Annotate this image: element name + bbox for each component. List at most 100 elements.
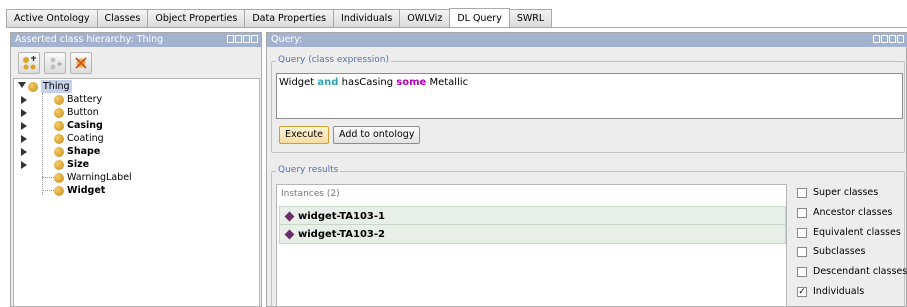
class-tree: Thing Battery Button Casing Coating Shap… (13, 78, 260, 307)
add-to-ontology-button[interactable]: Add to ontology (333, 126, 421, 144)
option-ancestor-classes[interactable]: Ancestor classes (797, 207, 892, 218)
result-row[interactable]: widget-TA103-2 (279, 224, 786, 244)
tree-node-label: Size (67, 159, 90, 170)
class-hierarchy-title-bar: Asserted class hierarchy: Thing (11, 33, 261, 47)
delete-class-button[interactable] (70, 52, 92, 74)
results-header: Instances (2) (281, 189, 340, 199)
tree-node-label: Button (67, 107, 99, 118)
tree-node-label: WarningLabel (67, 172, 132, 183)
tree-node-shape[interactable]: Shape (54, 145, 100, 158)
tree-node-size[interactable]: Size (54, 158, 89, 171)
expand-arrow-icon[interactable] (21, 109, 27, 117)
tab-data-properties[interactable]: Data Properties (244, 9, 335, 28)
option-label: Descendant classes (813, 266, 907, 277)
option-super-classes[interactable]: Super classes (797, 187, 878, 198)
tree-node-label: Coating (67, 133, 104, 144)
view-options-icon[interactable] (873, 35, 880, 43)
tree-node-label: Battery (67, 94, 103, 105)
expand-arrow-icon[interactable] (21, 122, 27, 130)
query-keyword-some: some (396, 77, 427, 88)
result-label: widget-TA103-1 (298, 210, 385, 222)
add-subclass-button[interactable] (18, 52, 40, 74)
add-subclass-icon (23, 56, 36, 70)
close-view-icon[interactable] (251, 35, 258, 43)
tab-swrl[interactable]: SWRL (508, 9, 553, 28)
class-icon (54, 159, 64, 170)
query-term-metallic: Metallic (426, 77, 469, 88)
float-icon[interactable] (889, 35, 896, 43)
tree-node-widget[interactable]: Widget (54, 184, 105, 197)
result-label: widget-TA103-2 (298, 228, 385, 240)
tab-active-ontology[interactable]: Active Ontology (6, 9, 98, 28)
tree-node-warninglabel[interactable]: WarningLabel (54, 171, 132, 184)
collapse-arrow-icon[interactable] (18, 82, 26, 88)
option-equivalent-classes[interactable]: Equivalent classes (797, 227, 901, 238)
query-title: Query: (271, 34, 303, 45)
tree-node-button[interactable]: Button (54, 106, 99, 119)
execute-button[interactable]: Execute (279, 126, 329, 144)
minimize-icon[interactable] (881, 35, 888, 43)
query-results-label: Query results (276, 165, 341, 176)
class-icon (28, 81, 38, 92)
checkbox[interactable] (797, 266, 807, 277)
expand-arrow-icon[interactable] (21, 135, 27, 143)
tree-guide-line (42, 190, 54, 191)
query-term-widget: Widget (279, 77, 318, 88)
query-term-hascasing: hasCasing (338, 77, 397, 88)
query-expression-label: Query (class expression) (276, 55, 391, 66)
checkbox[interactable] (797, 246, 807, 257)
option-label: Individuals (813, 286, 865, 297)
option-descendant-classes[interactable]: Descendant classes (797, 266, 907, 277)
expand-arrow-icon[interactable] (21, 148, 27, 156)
class-icon (54, 107, 64, 118)
option-label: Super classes (813, 187, 879, 198)
close-view-icon[interactable] (897, 35, 904, 43)
add-sibling-class-button[interactable] (44, 52, 66, 74)
tab-object-properties[interactable]: Object Properties (147, 9, 246, 28)
tab-divider (6, 27, 907, 28)
query-keyword-and: and (317, 77, 339, 88)
tree-node-coating[interactable]: Coating (54, 132, 104, 145)
class-hierarchy-title: Asserted class hierarchy: Thing (15, 34, 164, 45)
tree-node-label: Thing (41, 80, 72, 93)
checkbox[interactable] (797, 227, 807, 238)
query-title-bar: Query: (267, 33, 907, 47)
tree-node-label: Casing (67, 120, 103, 131)
tree-node-thing[interactable]: Thing (28, 80, 72, 93)
tab-owlviz[interactable]: OWLViz (399, 9, 451, 28)
results-list: Instances (2) widget-TA103-1 widget-TA10… (276, 184, 787, 307)
expand-arrow-icon[interactable] (21, 96, 27, 104)
result-row[interactable]: widget-TA103-1 (279, 206, 786, 226)
tree-node-label: Shape (67, 146, 101, 157)
query-expression-editor[interactable]: Widget and hasCasing some Metallic (276, 73, 903, 119)
tab-dl-query[interactable]: DL Query (449, 8, 510, 28)
float-icon[interactable] (243, 35, 250, 43)
checkbox-checked[interactable]: ✓ (797, 286, 807, 297)
option-subclasses[interactable]: Subclasses (797, 246, 865, 257)
checkbox[interactable] (797, 207, 807, 218)
tree-node-label: Widget (67, 185, 106, 196)
expand-arrow-icon[interactable] (21, 161, 27, 169)
tab-classes[interactable]: Classes (96, 9, 149, 28)
add-sibling-icon (50, 57, 62, 70)
option-label: Equivalent classes (813, 227, 901, 238)
class-icon (54, 185, 64, 196)
minimize-icon[interactable] (235, 35, 242, 43)
view-options-icon[interactable] (227, 35, 234, 43)
class-icon (54, 172, 64, 183)
tree-guide-line (42, 93, 43, 195)
class-icon (54, 146, 64, 157)
checkbox[interactable] (797, 187, 807, 198)
tree-node-casing[interactable]: Casing (54, 119, 103, 132)
tree-node-battery[interactable]: Battery (54, 93, 102, 106)
tab-individuals[interactable]: Individuals (333, 9, 401, 28)
individual-icon (284, 211, 295, 221)
class-icon (54, 120, 64, 131)
tab-bar: Active Ontology Classes Object Propertie… (0, 0, 907, 30)
option-individuals[interactable]: ✓ Individuals (797, 286, 864, 297)
delete-class-icon (75, 57, 87, 69)
class-icon (54, 94, 64, 105)
option-label: Ancestor classes (813, 207, 893, 218)
option-label: Subclasses (813, 246, 866, 257)
tree-guide-line (42, 177, 54, 178)
